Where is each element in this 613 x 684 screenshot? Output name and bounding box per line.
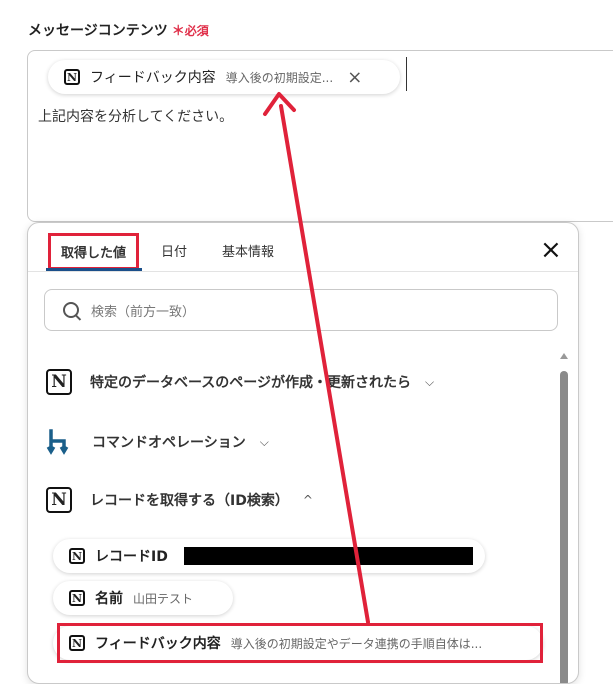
tab-divider xyxy=(28,271,578,272)
section-get-record[interactable]: N レコードを取得する（ID検索） ^ xyxy=(46,487,313,513)
notion-icon: N xyxy=(64,69,80,85)
chip-value: 導入後の初期設定... xyxy=(225,70,334,85)
notion-icon: N xyxy=(46,487,72,513)
close-icon[interactable]: × xyxy=(347,67,362,88)
item-name: フィードバック内容 xyxy=(95,636,221,652)
item-name: 名前 xyxy=(95,591,123,607)
value-item-record-id[interactable]: N レコードID xyxy=(53,539,485,573)
value-item-feedback[interactable]: N フィードバック内容 導入後の初期設定やデータ連携の手順自体は... xyxy=(53,626,543,660)
scrollbar-thumb[interactable] xyxy=(560,371,568,683)
close-icon[interactable]: × xyxy=(540,237,562,263)
item-name: レコードID xyxy=(95,549,168,565)
chevron-down-icon: ⌵ xyxy=(259,434,269,449)
required-text: 必須 xyxy=(184,24,209,38)
scrollbar[interactable] xyxy=(560,353,570,683)
notion-icon: N xyxy=(46,369,72,395)
value-picker-panel: 取得した値 日付 基本情報 × 検索（前方一致） N 特定のデータベースのページ… xyxy=(27,222,579,684)
value-item-name[interactable]: N 名前 山田テスト xyxy=(53,581,233,615)
required-mark: ＊ xyxy=(171,24,185,39)
text-caret xyxy=(406,57,407,91)
chevron-down-icon: ⌵ xyxy=(425,374,435,389)
section-label: レコードを取得する（ID検索） xyxy=(90,493,289,509)
notion-icon: N xyxy=(69,548,85,564)
tab-acquired-values[interactable]: 取得した値 xyxy=(48,233,140,270)
notion-icon: N xyxy=(69,635,85,651)
tab-basic-info[interactable]: 基本情報 xyxy=(222,241,274,260)
item-value: 山田テスト xyxy=(133,591,194,606)
item-value: 導入後の初期設定やデータ連携の手順自体は... xyxy=(230,636,483,651)
chip-name: フィードバック内容 xyxy=(90,70,216,86)
chevron-up-icon: ^ xyxy=(302,493,313,507)
search-icon xyxy=(63,302,79,318)
section-trigger[interactable]: N 特定のデータベースのページが作成・更新されたら ⌵ xyxy=(46,369,434,395)
required-badge: ＊必須 xyxy=(171,24,209,39)
redacted-value xyxy=(183,547,473,565)
message-text: 上記内容を分析してください。 xyxy=(38,109,234,125)
search-placeholder: 検索（前方一致） xyxy=(91,304,196,320)
field-label: メッセージコンテンツ ＊必須 xyxy=(28,20,209,40)
search-input[interactable]: 検索（前方一致） xyxy=(44,289,558,331)
scroll-up-arrow[interactable] xyxy=(560,353,568,359)
field-label-text: メッセージコンテンツ xyxy=(28,23,168,39)
variable-chip[interactable]: N フィードバック内容 導入後の初期設定... × xyxy=(48,60,400,94)
tab-date[interactable]: 日付 xyxy=(161,241,187,260)
section-label: 特定のデータベースのページが作成・更新されたら xyxy=(90,375,412,391)
notion-icon: N xyxy=(69,590,85,606)
section-label: コマンドオペレーション xyxy=(92,435,246,451)
section-command-operation[interactable]: コマンドオペレーション ⌵ xyxy=(46,428,269,456)
yoom-icon xyxy=(46,429,69,455)
